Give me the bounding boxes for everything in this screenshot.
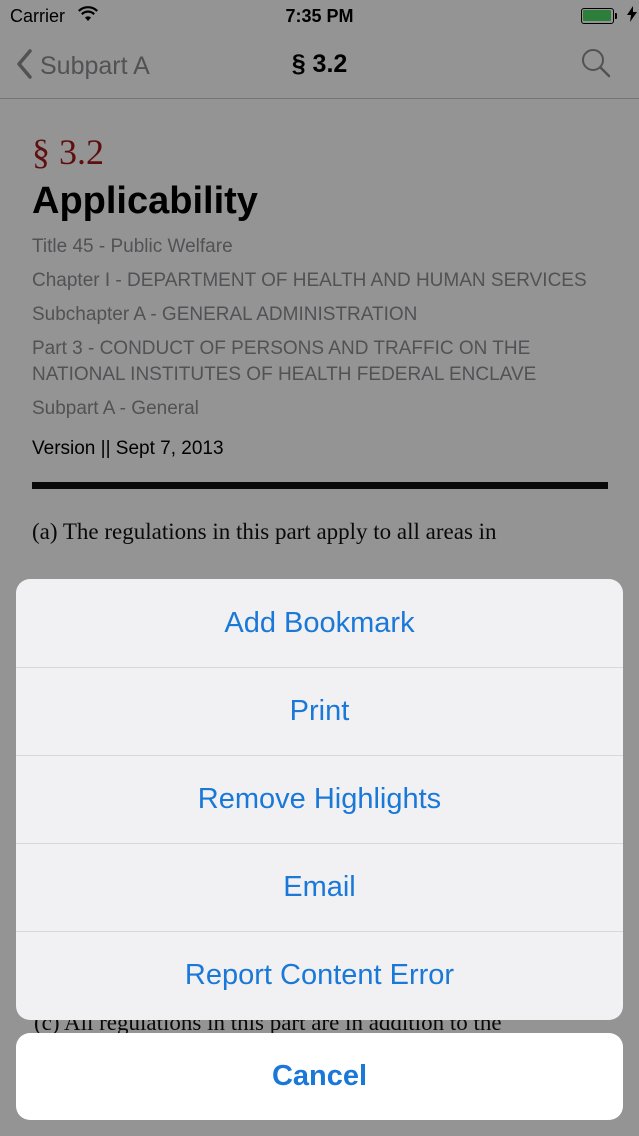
cancel-button[interactable]: Cancel: [16, 1033, 623, 1120]
report-content-error-button[interactable]: Report Content Error: [16, 931, 623, 1019]
remove-highlights-button[interactable]: Remove Highlights: [16, 755, 623, 844]
email-button[interactable]: Email: [16, 843, 623, 932]
add-bookmark-button[interactable]: Add Bookmark: [16, 579, 623, 668]
print-button[interactable]: Print: [16, 667, 623, 756]
action-sheet: Add Bookmark Print Remove Highlights Ema…: [16, 579, 623, 1020]
